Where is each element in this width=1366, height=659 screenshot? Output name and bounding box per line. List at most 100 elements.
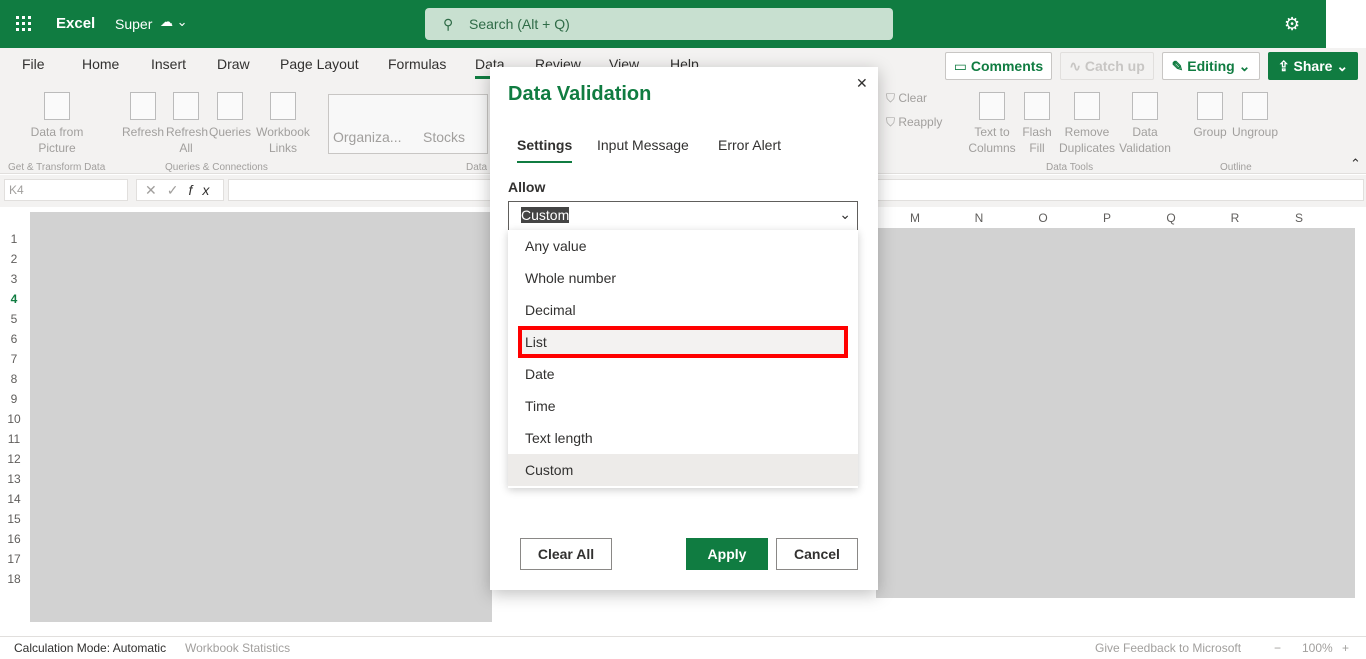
ungroup-button[interactable]: Ungroup [1230, 92, 1280, 140]
option-text-length[interactable]: Text length [508, 422, 858, 454]
label: Refresh [122, 125, 165, 139]
row-header[interactable]: 9 [0, 389, 28, 409]
document-name[interactable]: Super [115, 16, 152, 32]
stocks-type[interactable]: Stocks [423, 129, 465, 145]
tab-formulas[interactable]: Formulas [388, 56, 446, 72]
flash-fill-icon [1024, 92, 1050, 120]
zoom-out-icon[interactable]: − [1274, 637, 1281, 659]
workbook-statistics[interactable]: Workbook Statistics [185, 637, 290, 659]
calculation-mode: Calculation Mode: Automatic [14, 641, 167, 655]
tab-draw[interactable]: Draw [217, 56, 250, 72]
organization-type[interactable]: Organiza... [333, 129, 401, 145]
data-validation-button[interactable]: Data Validation [1116, 92, 1174, 156]
workbook-links-button[interactable]: Workbook Links [254, 92, 312, 156]
formula-controls: ✕✓fx [136, 179, 224, 201]
clear-filter-button[interactable]: ⛉ Clear [886, 90, 927, 106]
reapply-icon: ⛉ [886, 115, 899, 129]
share-icon: ⇪ [1277, 58, 1294, 74]
remove-duplicates-button[interactable]: Remove Duplicates [1058, 92, 1116, 156]
catch-up-label: Catch up [1084, 58, 1145, 74]
flash-fill-button[interactable]: Flash Fill [1020, 92, 1054, 156]
row-header[interactable]: 14 [0, 489, 28, 509]
refresh-icon [130, 92, 156, 120]
row-header[interactable]: 7 [0, 349, 28, 369]
row-header[interactable]: 6 [0, 329, 28, 349]
data-types-gallery[interactable]: Organiza... Stocks [328, 94, 488, 154]
group-button[interactable]: Group [1190, 92, 1230, 140]
tab-home[interactable]: Home [82, 56, 119, 72]
feedback-link[interactable]: Give Feedback to Microsoft [1095, 637, 1241, 659]
row-header[interactable]: 3 [0, 269, 28, 289]
catch-up-button[interactable]: ∿ Catch up [1060, 52, 1154, 80]
data-from-picture-button[interactable]: Data from Picture [22, 92, 92, 156]
queries-button[interactable]: Queries [208, 92, 252, 140]
comments-button[interactable]: ▭ Comments [945, 52, 1052, 80]
pulse-icon: ∿ [1069, 58, 1085, 74]
label: Remove Duplicates [1058, 125, 1116, 155]
row-header[interactable]: 4 [0, 289, 28, 309]
column-header[interactable]: Q [1139, 211, 1203, 225]
name-box[interactable]: K4 [4, 179, 128, 201]
apply-button[interactable]: Apply [686, 538, 768, 570]
clear-all-button[interactable]: Clear All [520, 538, 612, 570]
option-decimal[interactable]: Decimal [508, 294, 858, 326]
tab-insert[interactable]: Insert [151, 56, 186, 72]
cancel-button[interactable]: Cancel [776, 538, 858, 570]
row-header[interactable]: 18 [0, 569, 28, 589]
chevron-down-icon[interactable]: ☁ ⌄ [160, 14, 188, 30]
label: Clear All [537, 546, 595, 562]
option-date[interactable]: Date [508, 358, 858, 390]
fx-icon[interactable]: fx [188, 182, 219, 198]
option-list[interactable]: List [518, 326, 848, 358]
refresh-all-button[interactable]: Refresh All [166, 92, 208, 156]
editing-button[interactable]: ✎ Editing ⌄ [1162, 52, 1260, 80]
cancel-icon[interactable]: ✕ [145, 182, 167, 198]
row-header[interactable]: 13 [0, 469, 28, 489]
row-header[interactable]: 5 [0, 309, 28, 329]
clear-filter-icon: ⛉ [886, 91, 899, 105]
row-header[interactable]: 15 [0, 509, 28, 529]
option-whole-number[interactable]: Whole number [508, 262, 858, 294]
row-header[interactable]: 11 [0, 429, 28, 449]
row-header[interactable]: 2 [0, 249, 28, 269]
tab-file[interactable]: File [22, 56, 45, 72]
label: Cancel [794, 546, 840, 562]
close-icon[interactable]: ✕ [856, 75, 868, 92]
option-any-value[interactable]: Any value [508, 230, 858, 262]
zoom-in-icon[interactable]: + [1342, 637, 1349, 659]
refresh-button[interactable]: Refresh [122, 92, 164, 140]
row-header[interactable]: 17 [0, 549, 28, 569]
column-header[interactable]: N [947, 211, 1011, 225]
column-header[interactable]: P [1075, 211, 1139, 225]
label: Group [1193, 125, 1227, 139]
tab-settings[interactable]: Settings [517, 137, 573, 163]
option-custom[interactable]: Custom [508, 454, 858, 486]
gear-icon[interactable]: ⚙ [1284, 14, 1300, 35]
collapse-ribbon-icon[interactable]: ⌃ [1350, 156, 1361, 172]
row-header[interactable]: 10 [0, 409, 28, 429]
app-launcher-icon[interactable] [16, 16, 32, 32]
tab-page-layout[interactable]: Page Layout [280, 56, 359, 72]
reapply-button[interactable]: ⛉ Reapply [886, 114, 942, 130]
chevron-down-icon: ⌄ [839, 206, 851, 222]
tab-input-message[interactable]: Input Message [597, 137, 689, 153]
share-label: Share [1293, 58, 1333, 74]
group-label: Data Tools [1046, 162, 1094, 173]
row-header[interactable]: 12 [0, 449, 28, 469]
tab-error-alert[interactable]: Error Alert [718, 137, 781, 153]
row-header[interactable]: 8 [0, 369, 28, 389]
column-header[interactable]: S [1267, 211, 1331, 225]
column-header[interactable]: M [883, 211, 947, 225]
search-input[interactable]: ⚲ Search (Alt + Q) [425, 8, 893, 40]
check-icon[interactable]: ✓ [167, 182, 189, 198]
allow-value: Custom [521, 207, 570, 223]
allow-select[interactable]: Custom ⌄ [508, 201, 858, 231]
row-header[interactable]: 16 [0, 529, 28, 549]
column-header[interactable]: R [1203, 211, 1267, 225]
label: Ungroup [1231, 125, 1279, 139]
share-button[interactable]: ⇪ Share ⌄ [1268, 52, 1358, 80]
row-header[interactable]: 1 [0, 229, 28, 249]
column-header[interactable]: O [1011, 211, 1075, 225]
text-to-columns-button[interactable]: Text to Columns [964, 92, 1020, 156]
option-time[interactable]: Time [508, 390, 858, 422]
